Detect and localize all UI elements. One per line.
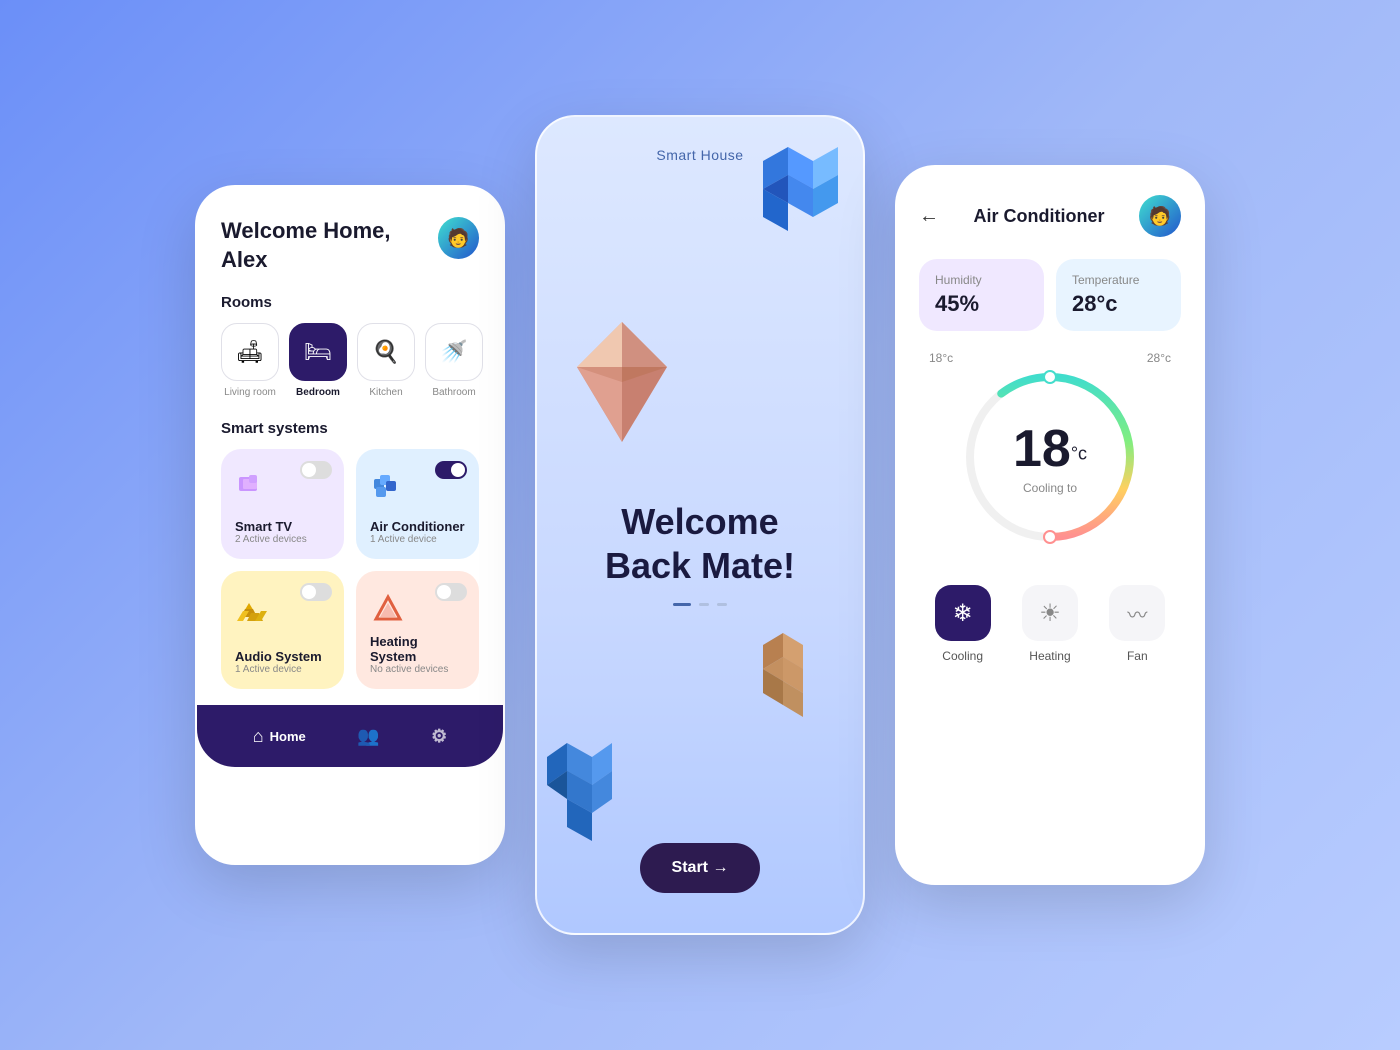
deco-diamond [567, 317, 677, 437]
heating-icon: ☀ [1039, 599, 1061, 628]
heating-label: Heating [1029, 649, 1070, 663]
toggle-circle-audio [302, 585, 316, 599]
dot-active [673, 603, 691, 606]
humidity-card: Humidity 45% [919, 259, 1044, 331]
smart-house-label: Smart House [656, 147, 743, 163]
room-bathroom[interactable]: 🚿 Bathroom [425, 323, 483, 398]
mode-heating[interactable]: ☀ Heating [1022, 585, 1078, 663]
smart-label: Smart systems [221, 420, 479, 437]
heating-icon [370, 593, 406, 629]
toggle-circle-tv [302, 463, 316, 477]
home-icon: ⌂ [253, 726, 264, 747]
room-living[interactable]: 🛋 Living room [221, 323, 279, 398]
bottom-nav: ⌂ Home 👥 ⚙ [197, 705, 503, 767]
heating-icon-box: ☀ [1022, 585, 1078, 641]
room-label-bedroom: Bedroom [296, 387, 340, 398]
room-icon-living: 🛋 [221, 323, 279, 381]
toggle-audio[interactable] [300, 583, 332, 601]
mode-cooling[interactable]: ❄ Cooling [935, 585, 991, 663]
toggle-tv[interactable] [300, 461, 332, 479]
toggle-circle-heating [437, 585, 451, 599]
deco-cubes-mid [763, 633, 843, 733]
fan-icon-box: 〰 [1109, 585, 1165, 641]
cooling-to-label: Cooling to [1013, 481, 1087, 495]
toggle-heating[interactable] [435, 583, 467, 601]
phone-welcome: Smart House [535, 115, 865, 935]
cooling-icon: ❄ [953, 599, 973, 628]
temp-dial[interactable]: 18°c 28°c [919, 351, 1181, 557]
ac-title: Air Conditioner [974, 206, 1105, 227]
nav-home[interactable]: ⌂ Home [253, 726, 306, 747]
circle-wrapper: 18°c Cooling to [950, 357, 1150, 557]
ac-icon [370, 471, 406, 507]
rooms-row: 🛋 Living room 🛏 Bedroom 🍳 Kitchen 🚿 Bath… [221, 323, 479, 398]
audio-name: Audio System [235, 649, 330, 664]
welcome-text: Welcome Home, Alex [221, 217, 438, 274]
mode-row: ❄ Cooling ☀ Heating 〰 Fan [919, 585, 1181, 663]
nav-users[interactable]: 👥 [357, 726, 379, 747]
room-icon-bedroom: 🛏 [289, 323, 347, 381]
temperature-card: Temperature 28°c [1056, 259, 1181, 331]
phone-home: Welcome Home, Alex 🧑 Rooms 🛋 Living room… [195, 185, 505, 865]
phone-ac: ← Air Conditioner 🧑 Humidity 45% Tempera… [895, 165, 1205, 885]
room-label-bathroom: Bathroom [432, 387, 475, 398]
room-label-living: Living room [224, 387, 276, 398]
users-icon: 👥 [357, 726, 379, 747]
dot-2 [717, 603, 727, 606]
cooling-icon-box: ❄ [935, 585, 991, 641]
temperature-value: 28°c [1072, 291, 1165, 317]
avatar: 🧑 [438, 217, 479, 259]
ac-avatar: 🧑 [1139, 195, 1181, 237]
deco-cubes-bottom [547, 743, 637, 843]
back-button[interactable]: ← [919, 205, 939, 228]
temp-display: 18°c Cooling to [1013, 419, 1087, 495]
room-icon-bathroom: 🚿 [425, 323, 483, 381]
cooling-label: Cooling [942, 649, 983, 663]
tv-name: Smart TV [235, 519, 330, 534]
card-tv[interactable]: Smart TV 2 Active devices [221, 449, 344, 559]
welcome-heading: Welcome Home, Alex [221, 217, 438, 274]
dot-1 [699, 603, 709, 606]
audio-status: 1 Active device [235, 664, 330, 675]
room-icon-kitchen: 🍳 [357, 323, 415, 381]
tv-status: 2 Active devices [235, 534, 330, 545]
systems-grid: Smart TV 2 Active devices Air Conditione… [221, 449, 479, 689]
nav-home-label: Home [270, 729, 306, 744]
card-heating[interactable]: Heating System No active devices [356, 571, 479, 689]
audio-icon [235, 593, 271, 629]
heating-name: Heating System [370, 634, 465, 664]
fan-icon: 〰 [1127, 599, 1147, 628]
deco-cubes-top [753, 137, 853, 257]
room-kitchen[interactable]: 🍳 Kitchen [357, 323, 415, 398]
temperature-label: Temperature [1072, 273, 1165, 287]
nav-settings[interactable]: ⚙ [431, 726, 447, 747]
mode-fan[interactable]: 〰 Fan [1109, 585, 1165, 663]
heating-status: No active devices [370, 664, 465, 675]
home-header: Welcome Home, Alex 🧑 [221, 217, 479, 274]
room-bedroom[interactable]: 🛏 Bedroom [289, 323, 347, 398]
rooms-label: Rooms [221, 294, 479, 311]
ac-name: Air Conditioner [370, 519, 465, 534]
temp-unit: °c [1071, 444, 1087, 464]
toggle-ac[interactable] [435, 461, 467, 479]
fan-label: Fan [1127, 649, 1148, 663]
tv-icon [235, 471, 271, 507]
ac-status: 1 Active device [370, 534, 465, 545]
toggle-circle-ac [451, 463, 465, 477]
settings-icon: ⚙ [431, 726, 447, 747]
humidity-label: Humidity [935, 273, 1028, 287]
pagination-dots [605, 603, 795, 606]
room-label-kitchen: Kitchen [369, 387, 402, 398]
card-audio[interactable]: Audio System 1 Active device [221, 571, 344, 689]
humidity-value: 45% [935, 291, 1028, 317]
stats-row: Humidity 45% Temperature 28°c [919, 259, 1181, 331]
temp-number: 18 [1013, 420, 1071, 478]
ac-header: ← Air Conditioner 🧑 [919, 195, 1181, 237]
start-button[interactable]: Start → [640, 843, 761, 893]
card-ac[interactable]: Air Conditioner 1 Active device [356, 449, 479, 559]
temp-max: 28°c [1147, 351, 1171, 365]
welcome-line1: Welcome Back Mate! [605, 500, 795, 586]
